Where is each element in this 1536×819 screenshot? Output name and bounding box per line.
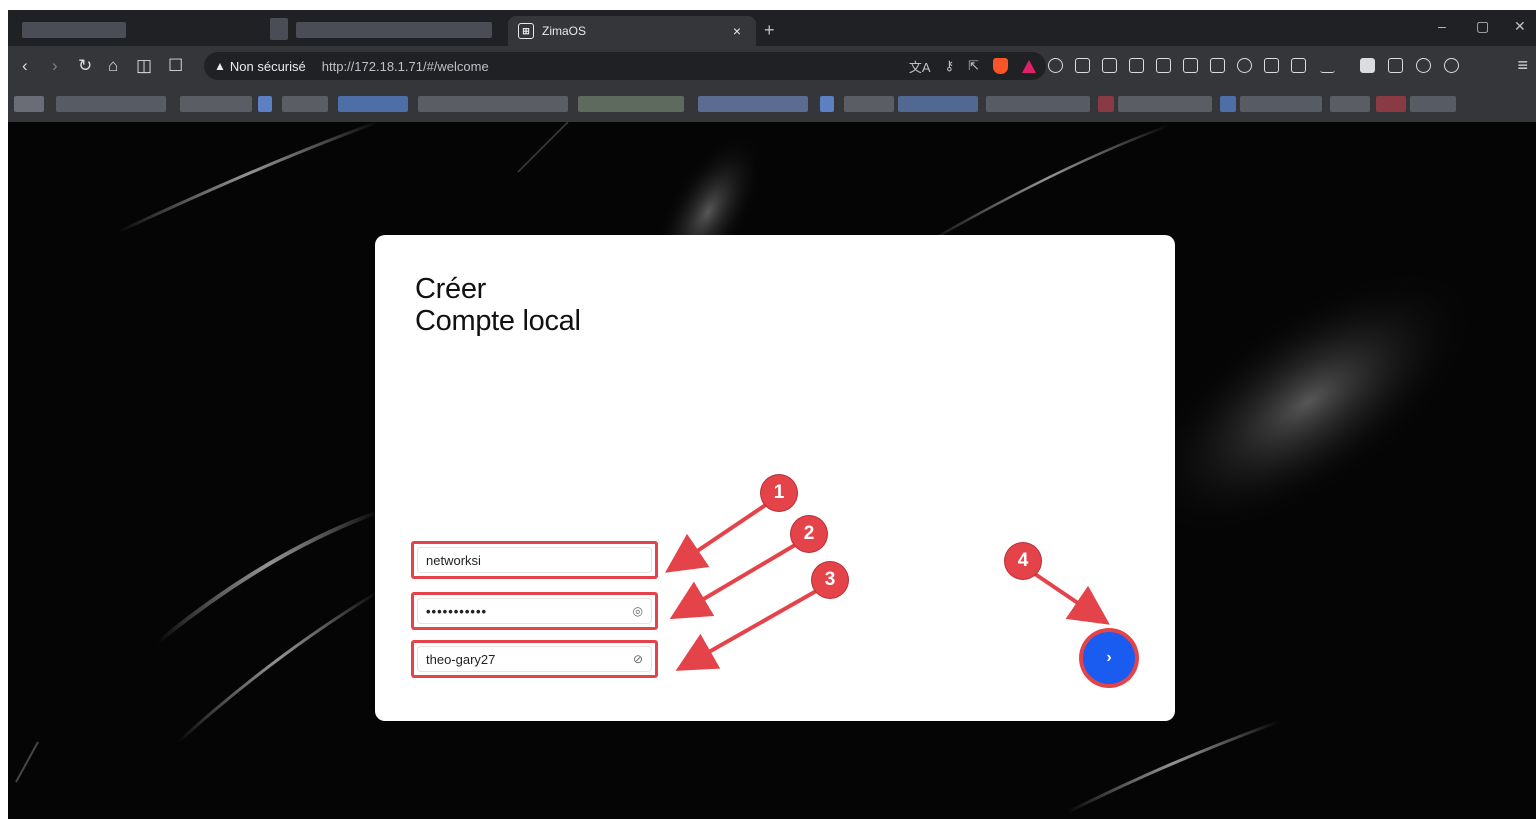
- hide-password-eye-off-icon[interactable]: ⊘: [633, 652, 643, 666]
- next-button[interactable]: ›: [1083, 632, 1135, 684]
- show-password-eye-icon[interactable]: ◎: [633, 604, 643, 618]
- blurred-bookmark[interactable]: [698, 96, 808, 112]
- vpn-icon[interactable]: [1444, 58, 1459, 73]
- extensions-icon[interactable]: [1048, 58, 1063, 73]
- blurred-bookmark[interactable]: [1098, 96, 1114, 112]
- chevron-right-icon: ›: [1106, 649, 1112, 666]
- qr-code-icon[interactable]: [1183, 58, 1198, 73]
- sidebar-icon[interactable]: ◫: [136, 56, 152, 76]
- blurred-bookmark[interactable]: [56, 96, 166, 112]
- minimize-window-button[interactable]: –: [1438, 18, 1446, 34]
- blurred-bookmark[interactable]: [1118, 96, 1212, 112]
- new-tab-button[interactable]: +: [764, 20, 775, 41]
- maximize-window-button[interactable]: ▢: [1476, 18, 1489, 35]
- zimaos-favicon-icon: ⊞: [518, 23, 534, 39]
- devices-icon[interactable]: [1264, 58, 1279, 73]
- bookmarks-bar: [8, 86, 1536, 122]
- reload-icon[interactable]: ↻: [78, 56, 92, 76]
- blurred-bookmark[interactable]: [282, 96, 328, 112]
- blurred-bookmark[interactable]: [338, 96, 408, 112]
- next-button-highlight[interactable]: ›: [1079, 628, 1139, 688]
- blurred-tab[interactable]: [22, 22, 126, 38]
- annotation-badge-4: 4: [1005, 543, 1041, 579]
- blurred-bookmark[interactable]: [1376, 96, 1406, 112]
- blurred-bookmark[interactable]: [1330, 96, 1370, 112]
- annotation-badge-2: 2: [791, 516, 827, 552]
- confirm-password-field-highlight: theo-gary27 ⊘: [411, 640, 658, 678]
- home-icon[interactable]: ⌂: [108, 56, 118, 76]
- wallet-icon[interactable]: [1388, 58, 1403, 73]
- side-panel-icon[interactable]: [1360, 58, 1375, 73]
- trash-icon[interactable]: [1129, 58, 1144, 73]
- blurred-bookmark[interactable]: [258, 96, 272, 112]
- brave-rewards-icon[interactable]: [1022, 59, 1036, 73]
- security-label[interactable]: Non sécurisé: [230, 59, 306, 74]
- username-input[interactable]: networksi: [417, 547, 652, 573]
- blurred-bookmark[interactable]: [1410, 96, 1456, 112]
- confirm-password-value: theo-gary27: [426, 651, 496, 667]
- bookmark-icon[interactable]: ☐: [168, 56, 183, 76]
- blurred-bookmark[interactable]: [418, 96, 568, 112]
- reader-icon[interactable]: [1102, 58, 1117, 73]
- annotation-badge-3: 3: [812, 562, 848, 598]
- username-value: networksi: [426, 552, 481, 568]
- key-icon[interactable]: ⚷: [945, 58, 955, 74]
- url-text[interactable]: http://172.18.1.71/#/welcome: [322, 59, 489, 74]
- blurred-bookmark[interactable]: [14, 96, 44, 112]
- blurred-bookmark[interactable]: [898, 96, 978, 112]
- confirm-password-input[interactable]: theo-gary27 ⊘: [417, 646, 652, 672]
- blurred-tab[interactable]: [270, 18, 288, 40]
- warning-icon: ▲: [214, 59, 226, 73]
- print-icon[interactable]: [1156, 58, 1171, 73]
- link-icon[interactable]: [1237, 58, 1252, 73]
- brave-shields-icon[interactable]: [993, 58, 1008, 74]
- browser-toolbar: ‹ › ↻ ⌂ ◫ ☐ ▲ Non sécurisé http://172.18…: [8, 46, 1536, 86]
- blurred-tab[interactable]: [296, 22, 492, 38]
- media-icon[interactable]: [1291, 58, 1306, 73]
- blurred-bookmark[interactable]: [1220, 96, 1236, 112]
- card-heading: Créer Compte local: [415, 273, 581, 337]
- tab-title: ZimaOS: [542, 24, 587, 38]
- menu-icon[interactable]: ≡: [1517, 55, 1528, 76]
- screen: ⊞ ZimaOS × + – ▢ ✕ ‹ › ↻ ⌂ ◫ ☐ ▲ Non séc…: [0, 0, 1536, 819]
- blurred-bookmark[interactable]: [1240, 96, 1322, 112]
- download-icon[interactable]: [1320, 58, 1335, 73]
- annotation-badge-1: 1: [761, 475, 797, 511]
- close-window-button[interactable]: ✕: [1514, 18, 1526, 35]
- password-field-highlight: ••••••••••• ◎: [411, 592, 658, 630]
- forward-icon[interactable]: ›: [52, 56, 58, 76]
- tab-strip: ⊞ ZimaOS × + – ▢ ✕: [8, 10, 1536, 46]
- heading-line-2: Compte local: [415, 305, 581, 337]
- screenshot-icon[interactable]: [1075, 58, 1090, 73]
- tab-zimaos[interactable]: ⊞ ZimaOS ×: [508, 16, 756, 46]
- close-tab-icon[interactable]: ×: [728, 23, 746, 39]
- blurred-bookmark[interactable]: [578, 96, 684, 112]
- back-icon[interactable]: ‹: [22, 56, 28, 76]
- blurred-bookmark[interactable]: [844, 96, 894, 112]
- leo-ai-icon[interactable]: [1416, 58, 1431, 73]
- blurred-bookmark[interactable]: [820, 96, 834, 112]
- translate-icon[interactable]: 文A: [909, 57, 931, 76]
- password-value: •••••••••••: [426, 603, 488, 619]
- blurred-bookmark[interactable]: [986, 96, 1090, 112]
- cast-icon[interactable]: [1210, 58, 1225, 73]
- heading-line-1: Créer: [415, 273, 487, 305]
- blurred-bookmark[interactable]: [180, 96, 252, 112]
- password-input[interactable]: ••••••••••• ◎: [417, 598, 652, 624]
- address-bar[interactable]: ▲ Non sécurisé http://172.18.1.71/#/welc…: [204, 52, 1046, 80]
- username-field-highlight: networksi: [411, 541, 658, 579]
- share-icon[interactable]: ⇱: [968, 58, 979, 74]
